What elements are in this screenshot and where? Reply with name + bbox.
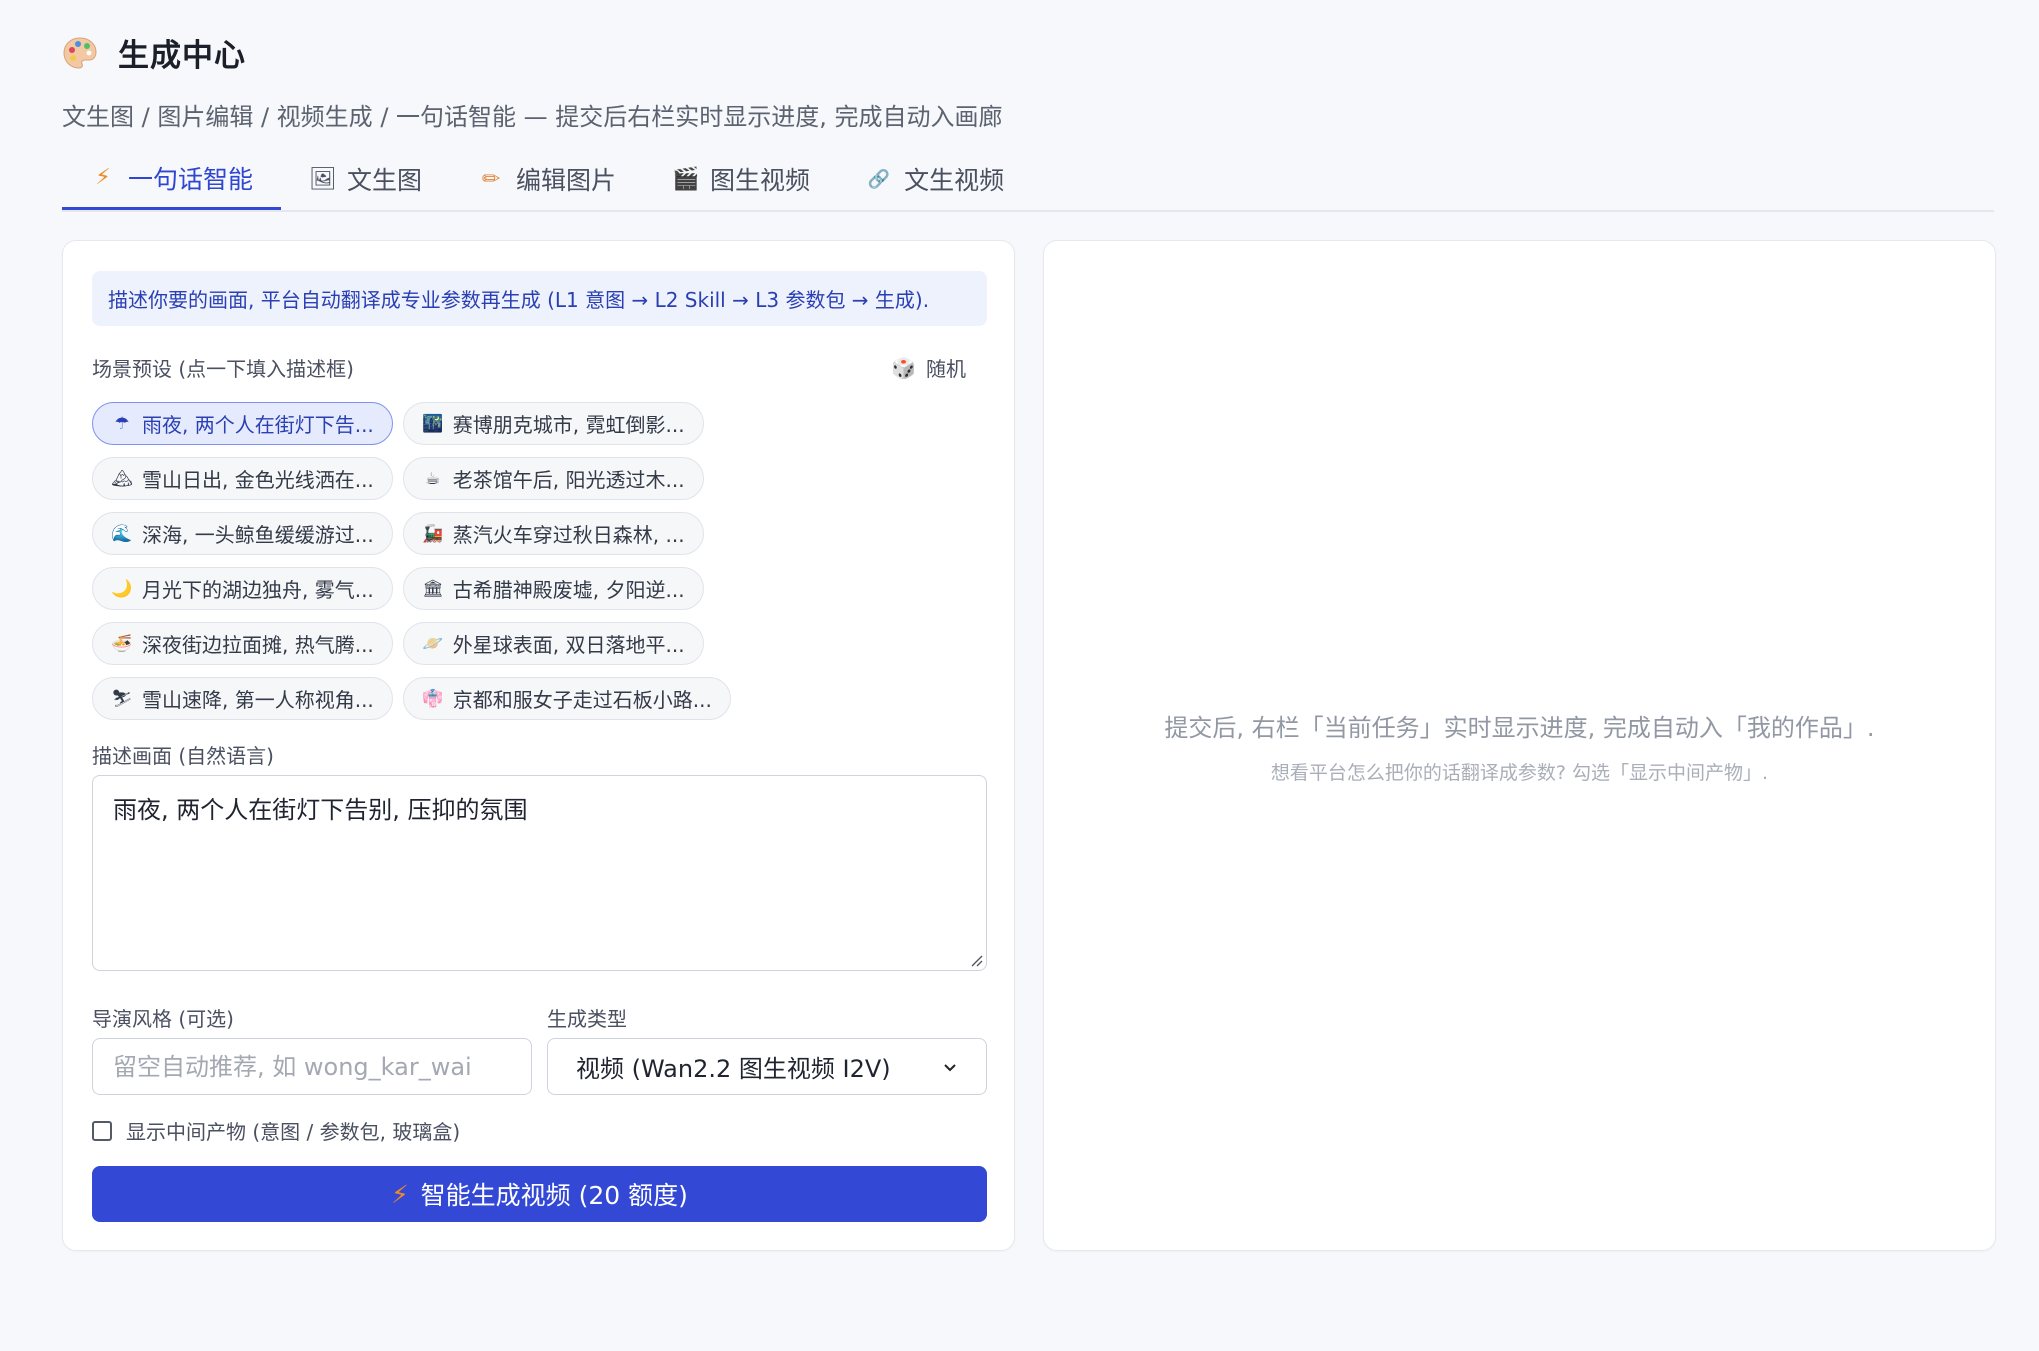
chip-label: 京都和服女子走过石板小路...	[452, 688, 712, 712]
chip-label: 蒸汽火车穿过秋日森林, ...	[452, 523, 685, 547]
preset-chip[interactable]: ⛷ 雪山速降, 第一人称视角...	[92, 677, 393, 720]
planet-icon: 🪐	[422, 633, 444, 654]
director-style-input[interactable]	[92, 1038, 532, 1095]
preset-chip[interactable]: 🌊 深海, 一头鲸鱼缓缓游过...	[92, 512, 393, 555]
chevron-down-icon	[944, 1063, 956, 1071]
preset-chip[interactable]: 🚂 蒸汽火车穿过秋日森林, ...	[402, 512, 704, 555]
chip-row: 🍜 深夜街边拉面摊, 热气腾... 🪐 外星球表面, 双日落地平...	[92, 622, 992, 665]
generation-type-select[interactable]: 视频 (Wan2.2 图生视频 I2V)	[547, 1038, 987, 1095]
checkbox[interactable]	[92, 1120, 112, 1141]
preset-chip[interactable]: 👘 京都和服女子走过石板小路...	[402, 677, 731, 720]
chip-label: 赛博朋克城市, 霓虹倒影...	[452, 413, 685, 437]
tab-label: 文生视频	[904, 166, 1005, 195]
info-banner: 描述你要的画面, 平台自动翻译成专业参数再生成 (L1 意图 → L2 Skil…	[92, 271, 987, 326]
lightning-icon: ⚡	[391, 1179, 409, 1209]
chip-label: 深夜街边拉面摊, 热气腾...	[142, 633, 374, 657]
temple-icon: 🏛	[422, 578, 444, 599]
preset-chip[interactable]: 🏔 雪山日出, 金色光线洒在...	[92, 457, 393, 500]
desc-label: 描述画面 (自然语言)	[92, 744, 274, 768]
select-value: 视频 (Wan2.2 图生视频 I2V)	[576, 1055, 891, 1083]
skier-icon: ⛷	[111, 688, 133, 709]
lightning-icon: ⚡	[95, 165, 111, 190]
tea-icon: ☕	[425, 468, 441, 489]
tab-label: 一句话智能	[128, 164, 254, 194]
submit-label: 智能生成视频 (20 额度)	[420, 1181, 688, 1210]
page-title: 生成中心	[118, 38, 246, 74]
night-city-icon: 🌃	[422, 413, 444, 434]
chip-row: 🌊 深海, 一头鲸鱼缓缓游过... 🚂 蒸汽火车穿过秋日森林, ...	[92, 512, 992, 555]
mountain-icon: 🏔	[111, 468, 133, 489]
preset-chip[interactable]: 🍜 深夜街边拉面摊, 热气腾...	[92, 622, 393, 665]
link-icon: 🔗	[867, 168, 891, 190]
preset-chip[interactable]: ☕ 老茶馆午后, 阳光透过木...	[402, 457, 704, 500]
chip-label: 老茶馆午后, 阳光透过木...	[452, 468, 685, 492]
pencil-icon: ✏	[481, 166, 501, 192]
tab-label: 编辑图片	[516, 166, 617, 195]
clapper-icon: 🎬	[672, 166, 700, 192]
random-button[interactable]: 🎲 随机	[891, 353, 966, 382]
chip-label: 外星球表面, 双日落地平...	[452, 633, 685, 657]
page-header: 生成中心 文生图 / 图片编辑 / 视频生成 / 一句话智能 — 提交后右栏实时…	[62, 30, 1992, 132]
chip-label: 古希腊神殿废墟, 夕阳逆...	[452, 578, 685, 602]
chip-label: 雪山速降, 第一人称视角...	[142, 688, 374, 712]
submit-button[interactable]: ⚡ 智能生成视频 (20 额度)	[92, 1166, 987, 1222]
tab-smart[interactable]: ⚡ 一句话智能	[62, 148, 282, 210]
tab-edit-image[interactable]: ✏ 编辑图片	[450, 148, 644, 210]
preset-chips: ☂ 雨夜, 两个人在街灯下告... 🌃 赛博朋克城市, 霓虹倒影... 🏔 雪山…	[92, 402, 992, 732]
chip-label: 月光下的湖边独舟, 雾气...	[142, 578, 374, 602]
chip-row: 🌙 月光下的湖边独舟, 雾气... 🏛 古希腊神殿废墟, 夕阳逆...	[92, 567, 992, 610]
preset-label: 场景预设 (点一下填入描述框)	[92, 357, 354, 381]
chip-label: 雪山日出, 金色光线洒在...	[142, 468, 374, 492]
random-label: 随机	[926, 357, 966, 381]
preset-chip[interactable]: 🪐 外星球表面, 双日落地平...	[402, 622, 704, 665]
chip-row: 🏔 雪山日出, 金色光线洒在... ☕ 老茶馆午后, 阳光透过木...	[92, 457, 992, 500]
title-row: 生成中心	[62, 30, 1992, 75]
result-panel: 提交后, 右栏「当前任务」实时显示进度, 完成自动入「我的作品」. 想看平台怎么…	[1043, 240, 1996, 1251]
chip-row: ☂ 雨夜, 两个人在街灯下告... 🌃 赛博朋克城市, 霓虹倒影...	[92, 402, 992, 445]
empty-state-text: 提交后, 右栏「当前任务」实时显示进度, 完成自动入「我的作品」.	[1164, 714, 1875, 742]
empty-state-hint: 想看平台怎么把你的话翻译成参数? 勾选「显示中间产物」.	[1270, 762, 1769, 784]
tab-text-to-image[interactable]: 🖼 文生图	[281, 148, 450, 210]
checkbox-label: 显示中间产物 (意图 / 参数包, 玻璃盒)	[126, 1120, 461, 1144]
tab-bar: ⚡ 一句话智能 🖼 文生图 ✏ 编辑图片 🎬 图生视频 🔗 文生视频	[62, 148, 1994, 212]
resize-grip-icon[interactable]	[969, 953, 983, 967]
description-textarea[interactable]: 雨夜, 两个人在街灯下告别, 压抑的氛围	[92, 775, 987, 971]
kimono-icon: 👘	[422, 688, 444, 709]
preset-chip[interactable]: 🏛 古希腊神殿废墟, 夕阳逆...	[402, 567, 704, 610]
tab-label: 图生视频	[710, 166, 811, 195]
noodle-icon: 🍜	[111, 633, 133, 654]
train-icon: 🚂	[422, 523, 444, 544]
preset-chip[interactable]: 🌃 赛博朋克城市, 霓虹倒影...	[402, 402, 704, 445]
preset-chip[interactable]: 🌙 月光下的湖边独舟, 雾气...	[92, 567, 393, 610]
chip-row: ⛷ 雪山速降, 第一人称视角... 👘 京都和服女子走过石板小路...	[92, 677, 992, 720]
moon-icon: 🌙	[111, 578, 133, 599]
wave-icon: 🌊	[111, 523, 133, 544]
form-panel: 描述你要的画面, 平台自动翻译成专业参数再生成 (L1 意图 → L2 Skil…	[62, 240, 1015, 1251]
tab-text-to-video[interactable]: 🔗 文生视频	[838, 148, 1032, 210]
palette-icon	[63, 36, 97, 69]
umbrella-icon: ☂	[114, 413, 130, 434]
chip-label: 深海, 一头鲸鱼缓缓游过...	[142, 523, 374, 547]
preset-chip[interactable]: ☂ 雨夜, 两个人在街灯下告...	[92, 402, 393, 445]
dice-icon: 🎲	[891, 355, 916, 380]
style-label: 导演风格 (可选)	[92, 1007, 234, 1031]
tab-label: 文生图	[347, 166, 423, 195]
chip-label: 雨夜, 两个人在街灯下告...	[142, 413, 374, 437]
image-icon: 🖼	[309, 166, 337, 192]
tab-image-to-video[interactable]: 🎬 图生视频	[644, 148, 838, 210]
type-label: 生成类型	[547, 1007, 627, 1031]
page-subtitle: 文生图 / 图片编辑 / 视频生成 / 一句话智能 — 提交后右栏实时显示进度,…	[62, 103, 1003, 131]
intermediate-toggle[interactable]: 显示中间产物 (意图 / 参数包, 玻璃盒)	[92, 1116, 460, 1145]
